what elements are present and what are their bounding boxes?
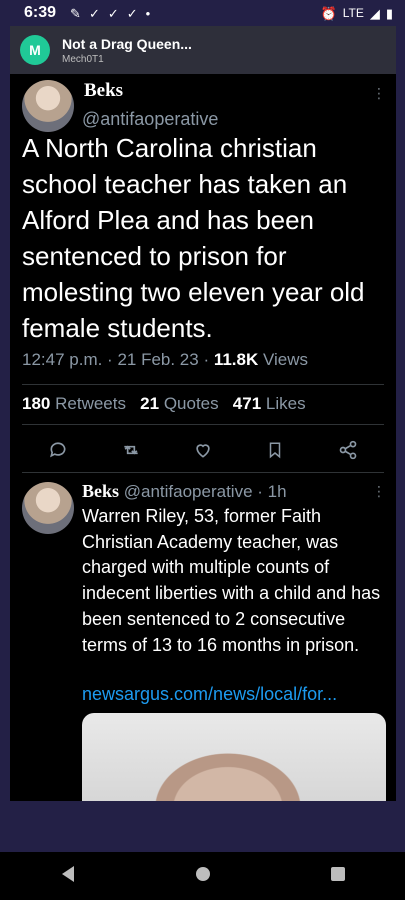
network-label: LTE — [342, 6, 364, 20]
reply-link[interactable]: newsargus.com/news/local/for... — [82, 684, 337, 705]
reply-author-handle: @antifaoperative — [123, 482, 253, 501]
bookmark-icon[interactable] — [264, 439, 286, 461]
likes-stat[interactable]: 471 Likes — [233, 394, 306, 413]
reply-age: 1h — [267, 482, 287, 501]
notification-icon: ✎ — [70, 5, 81, 21]
notification-title: Not a Drag Queen... — [62, 35, 192, 52]
divider — [22, 424, 384, 425]
avatar[interactable] — [22, 80, 74, 132]
check-icon: ✓ — [107, 5, 119, 21]
check-icon: ✓ — [126, 5, 138, 21]
reply-text: Warren Riley, 53, former Faith Christian… — [82, 506, 381, 655]
tweet-views-label: Views — [263, 350, 309, 369]
divider — [22, 472, 384, 473]
tweet-time: 12:47 p.m. — [22, 350, 103, 369]
navigation-bar — [0, 852, 405, 900]
back-icon[interactable] — [60, 865, 76, 888]
like-icon[interactable] — [192, 439, 214, 461]
tweet-actions — [22, 432, 384, 468]
tweet-text: A North Carolina christian school teache… — [22, 133, 365, 343]
retweet-icon[interactable] — [120, 439, 142, 461]
tweet-date: 21 Feb. 23 — [117, 350, 199, 369]
status-left: 6:39 ✎ ✓ ✓ ✓ • — [24, 4, 150, 22]
home-icon[interactable] — [195, 866, 211, 887]
tweet-views-count: 11.8K — [213, 350, 259, 369]
alarm-icon: ⏰ — [320, 5, 337, 21]
notification-avatar: M — [20, 35, 50, 65]
status-time: 6:39 — [24, 4, 57, 21]
battery-icon: ▮ — [385, 5, 393, 21]
tweet-author-name[interactable]: Beks — [84, 80, 123, 102]
quotes-stat[interactable]: 21 Quotes — [140, 394, 218, 413]
notification-subtitle: Mech0T1 — [62, 53, 104, 65]
status-right: ⏰ LTE ◢ ▮ — [321, 6, 393, 20]
divider — [22, 384, 384, 385]
tweet-panel: Beks @antifaoperative ⋮ A North Carolina… — [10, 74, 396, 801]
share-icon[interactable] — [337, 439, 359, 461]
status-bar: 6:39 ✎ ✓ ✓ ✓ • ⏰ LTE ◢ ▮ — [0, 0, 405, 26]
tweet-meta: 12:47 p.m. · 21 Feb. 23 · 11.8K Views — [22, 350, 309, 369]
quotes-label: Quotes — [163, 394, 219, 413]
notification-text: Not a Drag Queen... Mech0T1 — [62, 36, 192, 65]
more-options-icon[interactable]: ⋮ — [372, 86, 386, 100]
retweets-label: Retweets — [55, 394, 126, 413]
reply-header[interactable]: Beks @antifaoperative · 1h — [82, 481, 287, 502]
reply-media-image[interactable] — [82, 713, 386, 801]
reply-avatar[interactable] — [22, 482, 74, 534]
retweets-count: 180 — [22, 394, 51, 413]
reply-icon[interactable] — [47, 439, 69, 461]
tweet-author-handle[interactable]: @antifaoperative — [82, 109, 218, 130]
check-icon: ✓ — [88, 5, 100, 21]
more-options-icon[interactable]: ⋮ — [372, 484, 386, 498]
quotes-count: 21 — [140, 394, 160, 413]
tweet-stats: 180 Retweets 21 Quotes 471 Likes — [22, 394, 306, 414]
retweets-stat[interactable]: 180 Retweets — [22, 394, 126, 413]
recents-icon[interactable] — [330, 866, 346, 887]
likes-count: 471 — [232, 394, 262, 413]
likes-label: Likes — [265, 394, 306, 413]
signal-icon: ◢ — [369, 5, 380, 21]
reply-separator: · — [257, 482, 263, 501]
notification-card[interactable]: M Not a Drag Queen... Mech0T1 — [10, 26, 396, 74]
dot-icon: • — [145, 5, 151, 21]
reply-author-name: Beks — [82, 481, 120, 501]
